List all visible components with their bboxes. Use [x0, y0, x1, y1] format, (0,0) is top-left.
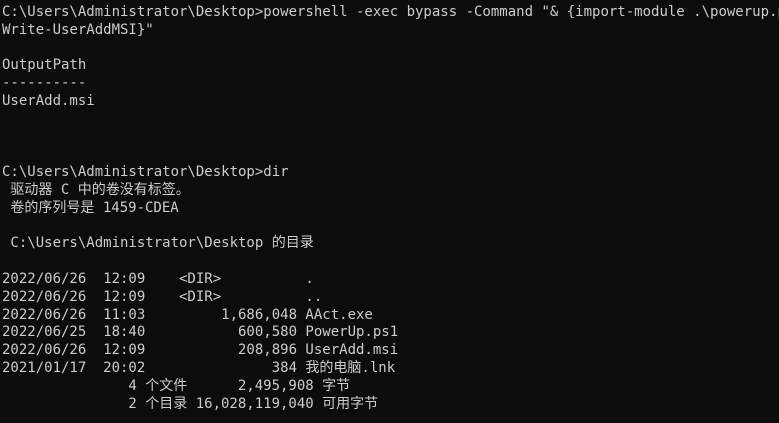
- dir-entry: 2022/06/26 11:03 1,686,048 AAct.exe: [2, 306, 373, 323]
- directory-header: C:\Users\Administrator\Desktop 的目录: [2, 235, 314, 252]
- command-line-continuation: Write-UserAddMSI}": [2, 21, 154, 38]
- command-line-powershell: C:\Users\Administrator\Desktop>powershel…: [2, 4, 779, 20]
- dir-entry: 2022/06/25 18:40 600,580 PowerUp.ps1: [2, 324, 399, 341]
- volume-serial-line: 卷的序列号是 1459-CDEA: [2, 199, 179, 216]
- dir-summary: 2 个目录 16,028,119,040 可用字节: [2, 395, 379, 412]
- console-window[interactable]: C:\Users\Administrator\Desktop>powershel…: [0, 0, 779, 423]
- output-separator: ----------: [2, 75, 87, 92]
- output-header: OutputPath: [2, 57, 87, 74]
- dir-entry: 2022/06/26 12:09 <DIR> ..: [2, 288, 323, 305]
- output-value: UserAdd.msi: [2, 92, 95, 109]
- volume-label-line: 驱动器 C 中的卷没有标签。: [2, 181, 190, 198]
- dir-entry: 2022/06/26 12:09 208,896 UserAdd.msi: [2, 342, 399, 359]
- dir-entry: 2021/01/17 20:02 384 我的电脑.lnk: [2, 359, 396, 376]
- dir-entry: 2022/06/26 12:09 <DIR> .: [2, 270, 314, 287]
- file-summary: 4 个文件 2,495,908 字节: [2, 377, 351, 394]
- command-line-dir: C:\Users\Administrator\Desktop>dir: [2, 164, 289, 181]
